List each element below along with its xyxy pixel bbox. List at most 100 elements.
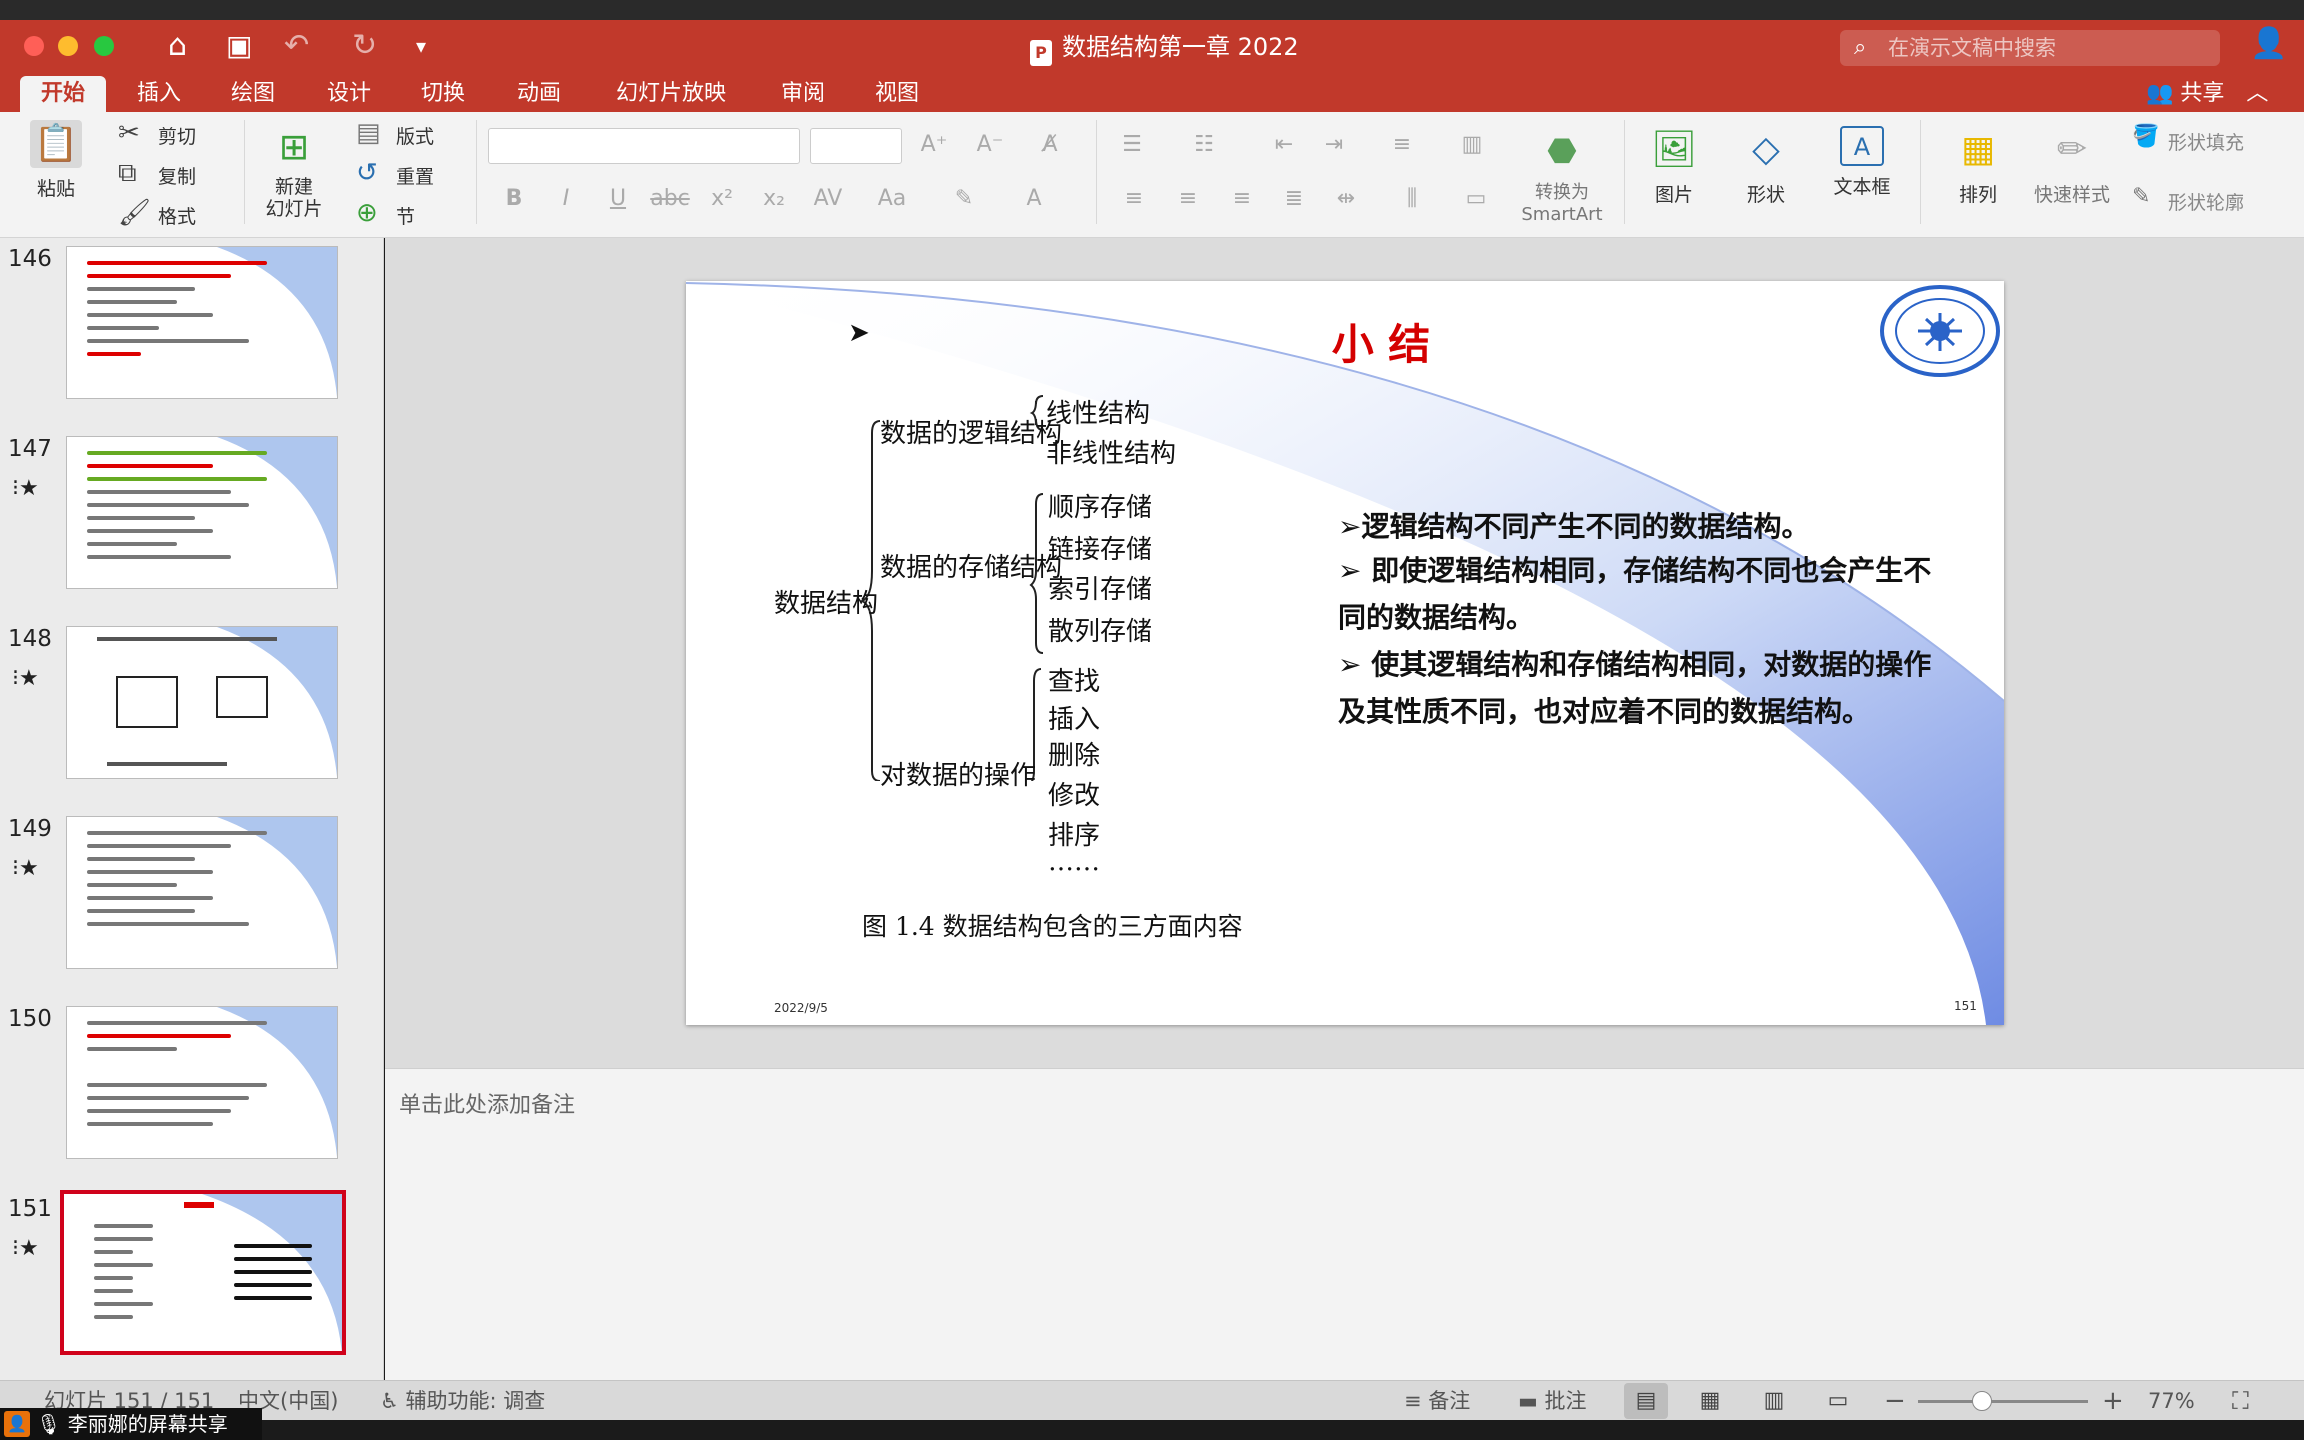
tree-root[interactable]: 数据结构 [774, 583, 878, 620]
increase-indent-icon[interactable]: ⇥ [1314, 128, 1354, 162]
subscript-icon[interactable]: x₂ [754, 182, 794, 216]
shape-outline-label[interactable]: 形状轮廓 [2168, 188, 2244, 215]
share-button[interactable]: 👥 共享 ︿ [2146, 76, 2268, 112]
tree-leaf[interactable]: …… [1048, 847, 1100, 877]
arrange-button[interactable]: ▦ 排列 [1948, 126, 2008, 207]
reset-label[interactable]: 重置 [396, 162, 434, 189]
save-icon[interactable]: ▣ [226, 28, 252, 64]
bullet-point[interactable]: ➢ 即使逻辑结构相同，存储结构不同也会产生不同的数据结构。 [1338, 547, 1958, 641]
zoom-level[interactable]: 77% [2148, 1381, 2195, 1421]
tab-slideshow[interactable]: 幻灯片放映 [606, 76, 736, 112]
tree-leaf[interactable]: 索引存储 [1048, 569, 1152, 606]
comments-toggle-button[interactable]: ▬ 批注 [1518, 1381, 1587, 1421]
customize-toolbar-icon[interactable]: ▾ [416, 28, 426, 64]
convert-smartart-button[interactable]: ⬣ 转换为 SmartArt [1512, 120, 1612, 226]
change-case-icon[interactable]: Aa [872, 182, 912, 216]
undo-icon[interactable]: ↶ [284, 28, 309, 64]
align-left-icon[interactable]: ≡ [1114, 182, 1154, 216]
columns-icon[interactable]: ▥ [1452, 128, 1492, 162]
tree-leaf[interactable]: 顺序存储 [1048, 487, 1152, 524]
tree-leaf[interactable]: 非线性结构 [1046, 433, 1176, 470]
decrease-indent-icon[interactable]: ⇤ [1264, 128, 1304, 162]
tree-leaf[interactable]: 线性结构 [1046, 393, 1150, 430]
collapse-ribbon-icon[interactable]: ︿ [2246, 81, 2268, 106]
format-label[interactable]: 格式 [158, 202, 196, 229]
tab-design[interactable]: 设计 [314, 76, 384, 112]
tree-leaf[interactable]: 查找 [1048, 661, 1100, 698]
account-icon[interactable]: 👤 [2250, 26, 2287, 61]
layout-label[interactable]: 版式 [396, 122, 434, 149]
tab-home[interactable]: 开始 [20, 76, 106, 112]
tree-branch-logical[interactable]: 数据的逻辑结构 [880, 413, 1062, 450]
layout-icon[interactable]: ▤ [356, 118, 381, 148]
cut-icon[interactable]: ✂ [118, 118, 140, 148]
accessibility-check[interactable]: ♿ 辅助功能: 调查 [380, 1381, 545, 1421]
figure-caption[interactable]: 图 1.4 数据结构包含的三方面内容 [862, 907, 1243, 943]
zoom-slider[interactable] [1918, 1400, 2088, 1403]
align-center-icon[interactable]: ≡ [1168, 182, 1208, 216]
superscript-icon[interactable]: x² [702, 182, 742, 216]
slide-thumbnail-146[interactable] [66, 246, 338, 399]
new-slide-button[interactable]: ⊞ 新建 幻灯片 [256, 120, 332, 220]
close-window-button[interactable] [24, 36, 44, 56]
font-color-icon[interactable]: A [1014, 182, 1054, 216]
format-painter-icon[interactable]: 🖌 [118, 198, 151, 228]
reading-view-button[interactable]: ▥ [1752, 1383, 1796, 1419]
slide-thumbnail-148[interactable] [66, 626, 338, 779]
tab-draw[interactable]: 绘图 [218, 76, 288, 112]
char-spacing-icon[interactable]: AV [808, 182, 848, 216]
zoom-in-button[interactable]: + [2102, 1381, 2124, 1421]
bold-icon[interactable]: B [494, 182, 534, 216]
tree-branch-operations[interactable]: 对数据的操作 [880, 755, 1036, 792]
strikethrough-icon[interactable]: abc [650, 182, 690, 216]
line-spacing-icon[interactable]: ≡ [1382, 128, 1422, 162]
fit-to-window-icon[interactable]: ⛶ [2232, 1381, 2249, 1421]
zoom-out-button[interactable]: − [1884, 1381, 1906, 1421]
paste-button[interactable]: 📋 粘贴 [26, 120, 86, 201]
tab-animations[interactable]: 动画 [504, 76, 574, 112]
justify-icon[interactable]: ≣ [1274, 182, 1314, 216]
shrink-font-icon[interactable]: A⁻ [970, 128, 1010, 162]
slide-thumbnail-147[interactable] [66, 436, 338, 589]
zoom-slider-thumb[interactable] [1972, 1391, 1992, 1411]
shape-button[interactable]: ◇ 形状 [1736, 126, 1796, 207]
slide-sorter-view-button[interactable]: ▦ [1688, 1383, 1732, 1419]
textbox-button[interactable]: A 文本框 [1830, 126, 1894, 199]
bullet-point[interactable]: ➢逻辑结构不同产生不同的数据结构。 [1338, 503, 1958, 550]
grow-font-icon[interactable]: A⁺ [914, 128, 954, 162]
notes-pane[interactable]: 单击此处添加备注 [385, 1068, 2304, 1380]
tab-transitions[interactable]: 切换 [408, 76, 478, 112]
cut-label[interactable]: 剪切 [158, 122, 196, 149]
home-icon[interactable]: ⌂ [168, 28, 187, 64]
font-name-select[interactable] [488, 128, 800, 164]
slide-thumbnail-150[interactable] [66, 1006, 338, 1159]
reset-icon[interactable]: ↺ [356, 158, 378, 188]
redo-icon[interactable]: ↻ [352, 28, 377, 64]
shape-fill-icon[interactable]: 🪣 [2132, 124, 2159, 149]
tab-review[interactable]: 审阅 [768, 76, 838, 112]
italic-icon[interactable]: I [546, 182, 586, 216]
maximize-window-button[interactable] [94, 36, 114, 56]
font-size-select[interactable] [810, 128, 902, 164]
highlight-icon[interactable]: ✎ [944, 182, 984, 216]
slide-thumbnail-151[interactable] [60, 1190, 346, 1355]
shape-fill-label[interactable]: 形状填充 [2168, 128, 2244, 155]
align-text-icon[interactable]: ▭ [1456, 182, 1496, 216]
section-icon[interactable]: ⊕ [356, 198, 378, 228]
picture-button[interactable]: 🖼 图片 [1644, 126, 1704, 207]
tab-view[interactable]: 视图 [862, 76, 932, 112]
bullet-point[interactable]: ➢ 使其逻辑结构和存储结构相同，对数据的操作及其性质不同，也对应着不同的数据结构… [1338, 641, 1958, 735]
notes-toggle-button[interactable]: ≡ 备注 [1404, 1381, 1470, 1421]
align-right-icon[interactable]: ≡ [1222, 182, 1262, 216]
copy-label[interactable]: 复制 [158, 162, 196, 189]
tree-leaf[interactable]: 修改 [1048, 775, 1100, 812]
slide-thumbnail-149[interactable] [66, 816, 338, 969]
numbering-icon[interactable]: ☷ [1184, 128, 1224, 162]
text-direction-icon[interactable]: ⫼ [1392, 182, 1432, 216]
quick-styles-button[interactable]: ✏ 快速样式 [2030, 126, 2114, 207]
tree-branch-storage[interactable]: 数据的存储结构 [880, 547, 1062, 584]
slide-canvas[interactable]: 小 结 数据结构 数据的逻辑结构 数据的存储结构 对数据的操作 线性结构 非线性… [686, 281, 2004, 1025]
tree-leaf[interactable]: 插入 [1048, 699, 1100, 736]
tree-leaf[interactable]: 散列存储 [1048, 611, 1152, 648]
clear-format-icon[interactable]: A̸ [1030, 128, 1070, 162]
